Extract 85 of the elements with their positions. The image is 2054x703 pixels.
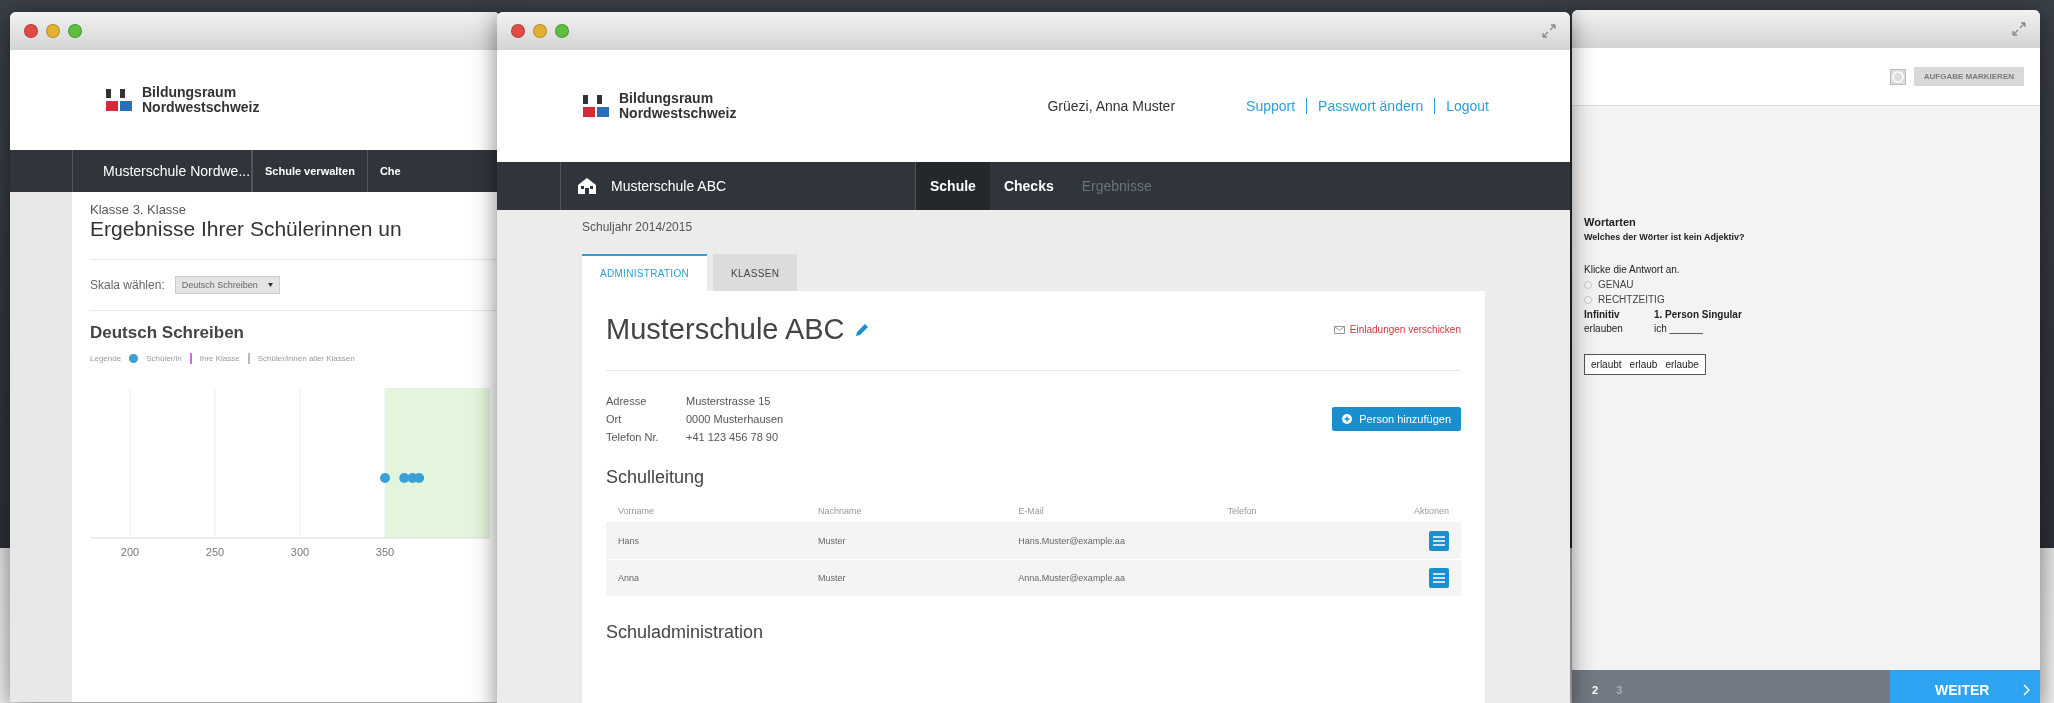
legend-text: Ihre Klasse (199, 354, 240, 363)
minimize-button[interactable] (533, 24, 547, 38)
table-cell: Anna (606, 559, 807, 596)
header-link[interactable]: Logout (1434, 98, 1500, 114)
greeting-text: Grüezi, Anna Muster (1047, 98, 1176, 114)
legend-label: Legende (90, 354, 122, 363)
task-instruction: Klicke die Antwort an. (1584, 264, 1681, 275)
column-header: E-Mail (1017, 505, 1045, 518)
logo-icon (104, 87, 134, 113)
nav-tab[interactable]: Schule (916, 162, 990, 210)
radio-button[interactable] (1584, 295, 1592, 304)
info-icon[interactable] (1889, 68, 1906, 85)
radio-button[interactable] (1584, 280, 1592, 289)
flag-task-button[interactable]: AUFGABE MARKIEREN (1913, 67, 2024, 86)
next-button[interactable]: WEITER (1890, 670, 2040, 703)
school-title: Musterschule ABC (606, 313, 845, 346)
tab[interactable]: KLASSEN (713, 254, 798, 291)
column-header: Telefon (1226, 505, 1258, 518)
legend-text: Schüler/innen aller Klassen (257, 354, 355, 363)
menu-button[interactable] (1429, 530, 1449, 551)
detail-label: Adresse (606, 395, 648, 407)
task-question: Welches der Wörter ist kein Adjektiv? (1584, 232, 1746, 242)
table-cell: Anna.Muster@example.aa (1006, 559, 1216, 596)
envelope-icon (1333, 325, 1345, 334)
task-topic: Wortarten (1584, 216, 1637, 228)
scatter-dots-drawing (380, 473, 425, 483)
menu-button[interactable] (1429, 568, 1449, 588)
detail-value: 0000 Musterhausen (686, 413, 784, 425)
logo-text: Bildungsraum Nordwestschweiz (142, 85, 260, 115)
logo-icon (581, 93, 611, 119)
answer-option[interactable]: RECHTZEITIG (1584, 294, 1665, 305)
scale-label: Skala wählen: (90, 278, 165, 292)
column-header: Infinitiv (1584, 309, 1621, 320)
legend-text: Schüler/in (146, 354, 182, 363)
school-year: Schuljahr 2014/2015 (582, 220, 694, 234)
tick-label: 200 (120, 546, 140, 558)
table-cell-text: ich ______ (1654, 323, 1704, 334)
school-name: Musterschule ABC (611, 178, 727, 194)
zoom-button[interactable] (68, 24, 82, 38)
detail-label: Ort (606, 413, 623, 425)
detail-value: Musterstrasse 15 (686, 395, 772, 407)
section-title: Schulleitung (606, 467, 706, 488)
minimize-button[interactable] (46, 24, 60, 38)
class-label: Klasse 3. Klasse (90, 202, 188, 217)
plus-circle-icon (1342, 414, 1353, 424)
section-title: Schuladministration (606, 622, 765, 643)
school-icon (577, 177, 597, 195)
close-button[interactable] (24, 24, 38, 38)
table-cell: Muster (806, 559, 1007, 596)
nav-tab[interactable]: Checks (989, 162, 1068, 210)
answer-option[interactable]: GENAU (1584, 279, 1634, 290)
column-header: Nachname (817, 505, 863, 518)
invite-link[interactable]: Einladungen verschicken (1333, 324, 1461, 335)
logo-text: Bildungsraum Nordwestschweiz (619, 91, 737, 121)
column-header: Aktionen (1412, 505, 1450, 518)
add-person-button[interactable]: Person hinzufügen (1332, 407, 1461, 431)
column-header: Vorname (617, 505, 656, 518)
school-name: Musterschule Nordwe... (103, 163, 251, 179)
page-link[interactable]: 2 (1592, 684, 1599, 696)
header-link[interactable]: Passwort ändern (1306, 98, 1435, 114)
word-choice[interactable]: erlaubt (1591, 359, 1622, 370)
table-cell: Muster (806, 522, 1007, 559)
table-cell-text: erlauben (1584, 323, 1624, 334)
menu-icon (1433, 573, 1445, 583)
scale-select[interactable]: Deutsch Schreiben (174, 276, 280, 294)
tab[interactable]: ADMINISTRATION (582, 254, 707, 291)
tick-label: 250 (205, 546, 225, 558)
word-choice[interactable]: erlaube (1665, 359, 1699, 370)
zoom-button[interactable] (555, 24, 569, 38)
column-header: 1. Person Singular (1654, 309, 1743, 320)
table-cell: Hans (606, 522, 807, 559)
menu-icon (1433, 535, 1445, 546)
chart-title: Deutsch Schreiben (90, 323, 245, 343)
caret-icon (267, 283, 273, 287)
table-cell: Hans.Muster@example.aa (1006, 522, 1216, 559)
fullscreen-icon[interactable] (1542, 24, 1556, 38)
close-button[interactable] (511, 24, 525, 38)
header-link[interactable]: Support (1235, 98, 1307, 114)
detail-value: +41 123 456 78 90 (686, 431, 780, 443)
tick-label: 300 (290, 546, 310, 558)
detail-label: Telefon Nr. (606, 431, 660, 443)
chevron-right-icon (2023, 684, 2030, 696)
tick-label: 350 (375, 546, 395, 558)
word-choice[interactable]: erlaub (1629, 359, 1658, 370)
fullscreen-icon[interactable] (2012, 22, 2026, 36)
